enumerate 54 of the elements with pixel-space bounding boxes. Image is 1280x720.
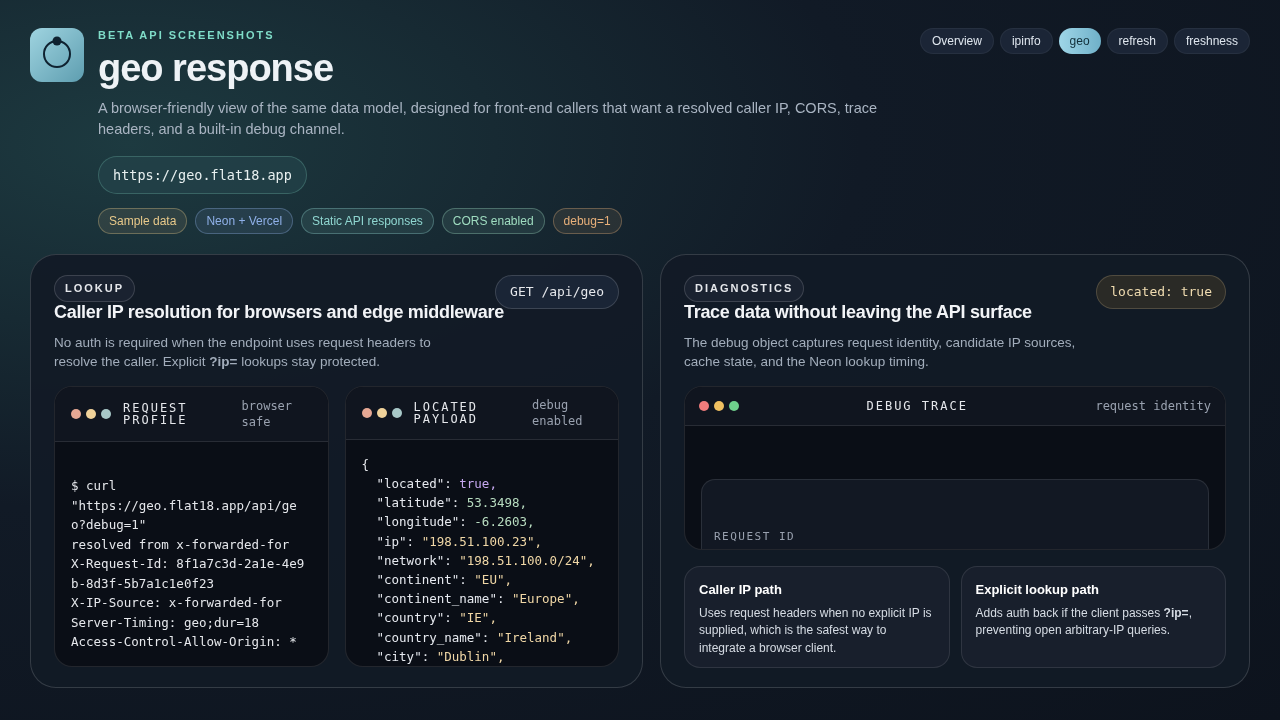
window-dots-icon: [71, 409, 111, 419]
panel-note: request identity: [1095, 398, 1211, 415]
code-line: "network": "198.51.100.0/24",: [375, 551, 596, 570]
code-line: "continent": "EU",: [375, 571, 513, 589]
code-line: X-IP-Source: x-forwarded-for: [71, 594, 283, 612]
window-dots-icon: [361, 407, 402, 418]
field-label: REQUEST ID: [714, 528, 796, 545]
code-line: "ip": "198.51.100.23",: [375, 532, 544, 551]
app-logo-icon: [30, 28, 84, 82]
info-card-title: Caller IP path: [699, 581, 783, 599]
status-pill: located: true: [1096, 275, 1226, 309]
panel-note: browser safe: [241, 398, 294, 430]
info-card-text: Uses request headers when no explicit IP is supplied, which is the safest way to integrate a browser client.: [699, 604, 933, 657]
nav-tab[interactable]: Overview: [919, 28, 994, 54]
page-title: geo response: [98, 46, 335, 91]
code-line: "located": true,: [375, 474, 498, 493]
code-line: resolved from x-forwarded-for: [71, 535, 291, 554]
card-description: The debug object captures request identity, candidate IP sources, cache state, and the Neon lookup timing.: [684, 334, 1077, 371]
nav-tab[interactable]: freshness: [1173, 28, 1250, 54]
code-line: "https://geo.flat18.app/api/geo?debug=1": [71, 496, 298, 534]
nav-tab[interactable]: refresh: [1106, 28, 1168, 54]
code-line: Server-Timing: geo;dur=18: [71, 613, 261, 632]
code-line: "country": "IE",: [375, 609, 498, 628]
panel-title: LOCATED PAYLOAD: [413, 400, 480, 425]
code-line: "city": "Dublin",: [375, 647, 506, 666]
method-pill: GET /api/geo: [495, 275, 619, 309]
code-line: Access-Control-Allow-Origin: *: [71, 633, 298, 651]
code-line: {: [361, 455, 371, 474]
card-description: No auth is required when the endpoint uses request headers to resolve the caller. Explicit ?ip= lookups stay protected.: [54, 334, 432, 371]
info-card-text: Adds auth back if the client passes ?ip=, preventing open arbitrary-IP queries.: [975, 604, 1193, 639]
section-badge: DIAGNOSTICS: [684, 275, 805, 302]
code-line: "country_name": "Ireland",: [375, 628, 574, 647]
code-line: "longitude": -6.2603,: [375, 513, 536, 532]
panel-title: DEBUG TRACE: [865, 398, 969, 415]
tag: CORS enabled: [441, 208, 545, 234]
nav-tab[interactable]: ipinfo: [999, 28, 1053, 54]
tag: debug=1: [552, 208, 622, 234]
url-pill: https://geo.flat18.app: [98, 156, 307, 194]
code-line: X-Request-Id: 8f1a7c3d-2a1e-4e9b-8d3f-5b7a1c1e0f23: [71, 555, 306, 593]
info-card-title: Explicit lookup path: [975, 581, 1100, 599]
code-line: $ curl: [71, 477, 118, 495]
nav-tab[interactable]: geo: [1058, 28, 1101, 54]
section-badge: LOOKUP: [54, 275, 136, 302]
tag: Sample data: [98, 208, 188, 234]
panel-title: REQUEST PROFILE: [123, 402, 189, 426]
code-line: "continent_name": "Europe",: [375, 590, 581, 609]
page-description: A browser-friendly view of the same data model, designed for front-end callers that want a resolved caller IP, CORS, trace headers, and a built-in debug channel.: [98, 99, 879, 139]
eyebrow-label: BETA API SCREENSHOTS: [98, 28, 276, 42]
card-title: Trace data without leaving the API surface: [684, 301, 1033, 324]
window-dots-icon: [699, 401, 739, 411]
panel-note: debug enabled: [532, 396, 584, 429]
tag: Static API responses: [301, 208, 434, 234]
code-line: "latitude": 53.3498,: [375, 494, 529, 513]
tag: Neon + Vercel: [195, 208, 294, 234]
